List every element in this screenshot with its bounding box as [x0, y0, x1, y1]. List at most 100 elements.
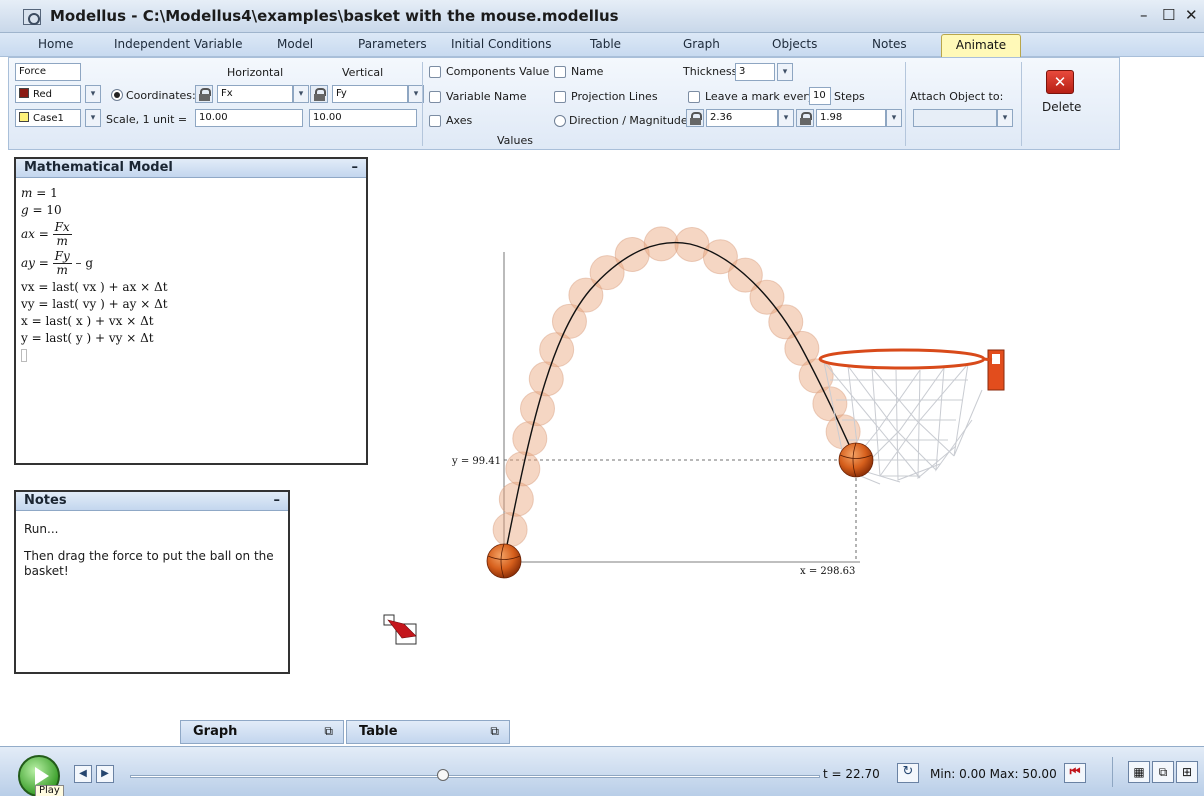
- leave-mark-checkbox[interactable]: [688, 91, 700, 103]
- magnitude-dropdown-arrow[interactable]: ▾: [886, 109, 902, 127]
- ribbon-separator: [905, 62, 906, 146]
- force-vector-handle[interactable]: [383, 614, 417, 645]
- color-value: Red: [33, 89, 52, 100]
- y-value-label: y = 99.41: [451, 456, 501, 467]
- case-value: Case1: [33, 113, 64, 124]
- tab-notes[interactable]: Notes: [872, 37, 907, 51]
- horizontal-lock-icon[interactable]: [195, 85, 213, 103]
- trajectory-line: [503, 241, 857, 561]
- direction-lock-icon[interactable]: [686, 109, 704, 127]
- tab-initial-conditions[interactable]: Initial Conditions: [451, 37, 552, 51]
- attach-object-select[interactable]: [913, 109, 997, 127]
- maximize-button[interactable]: ☐: [1162, 6, 1175, 24]
- equation-y: y = last( y ) + vy × Δt: [21, 331, 154, 345]
- layout-tile-icon[interactable]: ▦: [1128, 761, 1150, 783]
- time-range-readout: Min: 0.00 Max: 50.00: [930, 767, 1057, 781]
- tab-parameters[interactable]: Parameters: [358, 37, 427, 51]
- notes-panel-header: Notes –: [16, 492, 288, 511]
- tab-model[interactable]: Model: [277, 37, 313, 51]
- restore-icon[interactable]: ⧉: [490, 724, 499, 739]
- tab-animate[interactable]: Animate: [941, 34, 1021, 57]
- ribbon-separator: [422, 62, 423, 146]
- direction-input[interactable]: 2.36: [706, 109, 778, 127]
- app-icon[interactable]: [23, 9, 41, 25]
- graph-docked-title: Graph: [193, 724, 238, 739]
- name-checkbox[interactable]: [554, 66, 566, 78]
- scale-label: Scale, 1 unit =: [106, 113, 188, 126]
- delete-icon: ✕: [1046, 70, 1074, 94]
- leave-mark-label: Leave a mark every: [705, 90, 815, 103]
- components-value-checkbox[interactable]: [429, 66, 441, 78]
- equation-x: x = last( x ) + vx × Δt: [21, 314, 154, 328]
- projection-lines-checkbox[interactable]: [554, 91, 566, 103]
- graph-docked-window[interactable]: Graph ⧉: [180, 720, 344, 744]
- tab-table[interactable]: Table: [590, 37, 621, 51]
- notes-line: Run...: [24, 522, 59, 536]
- tab-home[interactable]: Home: [38, 37, 73, 51]
- color-select[interactable]: Red: [15, 85, 81, 103]
- color-dropdown-arrow[interactable]: ▾: [85, 85, 101, 103]
- values-group-label: Values: [497, 134, 533, 147]
- play-tooltip: Play: [35, 785, 64, 796]
- animation-control-bar: ◀ ▶ t = 22.70 ↻ Min: 0.00 Max: 50.00 ⏮ ▦…: [0, 746, 1204, 796]
- projection-lines-label: Projection Lines: [571, 90, 658, 103]
- delete-button[interactable]: ✕ Delete: [1026, 58, 1102, 148]
- go-to-start-button[interactable]: ⏮: [1064, 763, 1086, 783]
- model-panel-title: Mathematical Model: [24, 160, 173, 175]
- case-swatch: [19, 112, 29, 122]
- close-button[interactable]: ✕: [1185, 6, 1198, 24]
- thickness-label: Thickness:: [683, 65, 742, 78]
- horizontal-dropdown-arrow[interactable]: ▾: [293, 85, 309, 103]
- direction-magnitude-label: Direction / Magnitude:: [569, 114, 692, 127]
- equation-ax: ax = Fx m: [21, 220, 72, 248]
- model-equations[interactable]: m = 1 g = 10 ax = Fx m ay = Fy m – g vx = …: [21, 185, 168, 362]
- ribbon-tab-bar: Home Independent Variable Model Paramete…: [0, 33, 1204, 57]
- direction-magnitude-radio[interactable]: [554, 115, 566, 127]
- step-forward-button[interactable]: ▶: [96, 765, 114, 783]
- notes-panel-title: Notes: [24, 493, 67, 508]
- layout-cascade-icon[interactable]: ⧉: [1152, 761, 1174, 783]
- object-name-field[interactable]: Force: [15, 63, 81, 81]
- replay-button[interactable]: ↻: [897, 763, 919, 783]
- time-slider-thumb[interactable]: [437, 769, 450, 781]
- name-label: Name: [571, 65, 604, 78]
- steps-input[interactable]: 10: [809, 87, 831, 105]
- case-select[interactable]: Case1: [15, 109, 81, 127]
- minimize-button[interactable]: –: [1140, 6, 1148, 24]
- notes-text[interactable]: Run... Then drag the force to put the ba…: [24, 522, 284, 591]
- magnitude-lock-icon[interactable]: [796, 109, 814, 127]
- minimize-panel-icon[interactable]: –: [352, 160, 359, 175]
- components-value-label: Components Value: [446, 65, 550, 78]
- horizontal-scale-input[interactable]: 10.00: [195, 109, 303, 127]
- direction-dropdown-arrow[interactable]: ▾: [778, 109, 794, 127]
- step-back-button[interactable]: ◀: [74, 765, 92, 783]
- equation-g: g = 10: [21, 203, 62, 217]
- model-panel-header: Mathematical Model –: [16, 159, 366, 178]
- restore-icon[interactable]: ⧉: [324, 724, 333, 739]
- attach-dropdown-arrow[interactable]: ▾: [997, 109, 1013, 127]
- toolbar-separator: [1112, 757, 1113, 787]
- horizontal-variable-select[interactable]: Fx: [217, 85, 293, 103]
- minimize-panel-icon[interactable]: –: [274, 493, 281, 508]
- case-dropdown-arrow[interactable]: ▾: [85, 109, 101, 127]
- tab-graph[interactable]: Graph: [683, 37, 720, 51]
- time-readout: t = 22.70: [823, 767, 880, 781]
- axes-checkbox[interactable]: [429, 115, 441, 127]
- thickness-dropdown-arrow[interactable]: ▾: [777, 63, 793, 81]
- variable-name-label: Variable Name: [446, 90, 527, 103]
- vertical-scale-input[interactable]: 10.00: [309, 109, 417, 127]
- axes-label: Axes: [446, 114, 473, 127]
- basketball[interactable]: [838, 442, 874, 478]
- vertical-variable-select[interactable]: Fy: [332, 85, 408, 103]
- layout-grid-icon[interactable]: ⊞: [1176, 761, 1198, 783]
- attach-object-label: Attach Object to:: [910, 90, 1004, 103]
- coordinates-radio[interactable]: [111, 89, 123, 101]
- variable-name-checkbox[interactable]: [429, 91, 441, 103]
- tab-objects[interactable]: Objects: [772, 37, 817, 51]
- table-docked-window[interactable]: Table ⧉: [346, 720, 510, 744]
- vertical-lock-icon[interactable]: [310, 85, 328, 103]
- thickness-select[interactable]: 3: [735, 63, 775, 81]
- time-slider-track[interactable]: [130, 775, 820, 778]
- tab-independent-variable[interactable]: Independent Variable: [114, 37, 242, 51]
- magnitude-input[interactable]: 1.98: [816, 109, 886, 127]
